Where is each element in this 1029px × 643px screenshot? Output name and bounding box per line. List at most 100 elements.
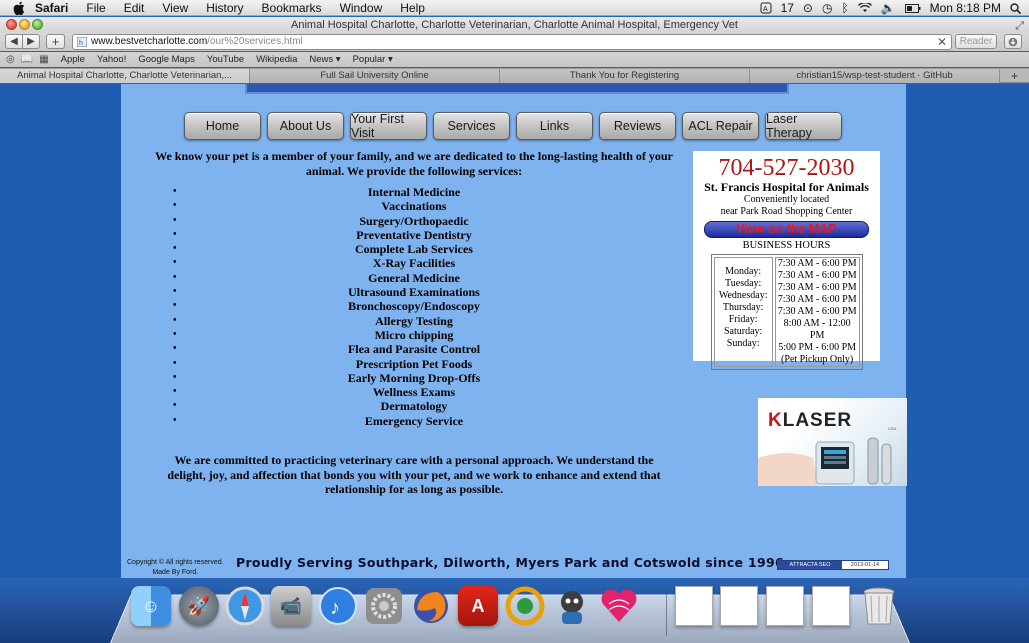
- battery-icon[interactable]: [904, 3, 921, 13]
- firefox-icon[interactable]: [410, 584, 452, 628]
- contact-card: 704-527-2030 St. Francis Hospital for An…: [693, 151, 880, 370]
- tab-github[interactable]: christian15/wsp-test-student · GitHub: [750, 69, 1000, 83]
- menu-bar: Safari File Edit View History Bookmarks …: [0, 0, 1029, 16]
- downloads-icon[interactable]: [1004, 34, 1022, 49]
- apple-menu-icon[interactable]: [13, 1, 27, 15]
- day-label: Friday:: [728, 314, 758, 325]
- tab-animal-hospital[interactable]: Animal Hospital Charlotte, Charlotte Vet…: [0, 69, 250, 83]
- tab-thank-you[interactable]: Thank You for Registering: [500, 69, 750, 83]
- attracta-seo-badge[interactable]: ATTRACTA SEO 2013-01-14: [777, 560, 889, 570]
- spotlight-icon[interactable]: [1010, 2, 1021, 14]
- url-path: /our%20services.html: [207, 36, 303, 47]
- volume-icon[interactable]: 🔈: [881, 1, 896, 15]
- clock-status-icon[interactable]: ⊙: [803, 1, 813, 15]
- time-value: 7:30 AM - 6:00 PM: [777, 294, 857, 305]
- bullet: •: [173, 400, 177, 412]
- facetime-icon[interactable]: 📹: [270, 584, 312, 628]
- menu-file[interactable]: File: [86, 0, 105, 16]
- service-label: Ultrasound Examinations: [348, 285, 480, 300]
- bookmark-wikipedia[interactable]: Wikipedia: [256, 54, 297, 65]
- bullet: •: [173, 371, 177, 383]
- bullet: •: [173, 186, 177, 197]
- system-preferences-icon[interactable]: [363, 584, 405, 628]
- bookmark-google-maps[interactable]: Google Maps: [138, 54, 195, 65]
- reading-list-icon[interactable]: ◎: [6, 54, 15, 65]
- view-map-button[interactable]: View on the MAP: [704, 221, 869, 238]
- window-minimize-button[interactable]: [19, 19, 30, 30]
- day-label: Saturday:: [723, 326, 763, 337]
- bullet: •: [173, 214, 177, 226]
- reader-button[interactable]: Reader: [955, 34, 997, 49]
- lovebrowser-icon[interactable]: [598, 584, 640, 628]
- back-button[interactable]: ◀: [5, 34, 23, 49]
- dreamweaver-icon[interactable]: [504, 584, 546, 628]
- service-label: X-Ray Facilities: [372, 256, 456, 271]
- bookmark-news-folder[interactable]: News ▾: [309, 54, 340, 65]
- menu-bookmarks[interactable]: Bookmarks: [262, 0, 322, 16]
- document-stack-icon[interactable]: [764, 584, 806, 628]
- finder-icon[interactable]: ☺: [130, 584, 172, 628]
- bookmark-popular-folder[interactable]: Popular ▾: [353, 54, 393, 65]
- bookmark-yahoo[interactable]: Yahoo!: [97, 54, 126, 65]
- address-bar[interactable]: h www.bestvetcharlotte.com/our%20service…: [72, 34, 952, 50]
- bullet: •: [173, 314, 177, 326]
- klaser-logo: KLASER: [768, 410, 853, 431]
- wifi-icon[interactable]: [857, 3, 872, 13]
- klaser-ad[interactable]: KLASER USA: [758, 398, 907, 486]
- badge-brand: ATTRACTA SEO: [778, 561, 842, 569]
- menu-app-safari[interactable]: Safari: [35, 0, 68, 16]
- document-stack-icon[interactable]: [718, 584, 760, 628]
- day-label: Monday:: [725, 266, 762, 277]
- services-content: We know your pet is a member of your fam…: [151, 149, 677, 497]
- acrobat-icon[interactable]: A: [457, 584, 499, 628]
- nav-acl-repair[interactable]: ACL Repair: [682, 112, 759, 140]
- fullscreen-icon[interactable]: ⤢: [1015, 18, 1024, 34]
- forward-button[interactable]: ▶: [22, 34, 40, 49]
- menu-history[interactable]: History: [206, 0, 243, 16]
- time-machine-icon[interactable]: ◷: [822, 1, 832, 15]
- stop-loading-icon[interactable]: ✕: [937, 35, 947, 49]
- nav-your-first-visit[interactable]: Your First Visit: [350, 112, 427, 140]
- bookmark-apple[interactable]: Apple: [61, 54, 85, 65]
- bluetooth-icon[interactable]: ᛒ: [841, 1, 848, 15]
- trash-icon[interactable]: [858, 584, 900, 628]
- window-close-button[interactable]: [6, 19, 17, 30]
- battery-count[interactable]: 17: [781, 1, 794, 15]
- tab-bar: Animal Hospital Charlotte, Charlotte Vet…: [0, 68, 1029, 83]
- menu-help[interactable]: Help: [400, 0, 425, 16]
- add-bookmark-button[interactable]: +: [46, 34, 65, 49]
- top-sites-icon[interactable]: ▦: [39, 54, 48, 65]
- nav-services[interactable]: Services: [433, 112, 510, 140]
- menu-edit[interactable]: Edit: [124, 0, 145, 16]
- downloads-stack-icon[interactable]: [810, 584, 852, 628]
- menu-window[interactable]: Window: [340, 0, 383, 16]
- badge-date: 2013-01-14: [850, 562, 880, 568]
- nav-links[interactable]: Links: [516, 112, 593, 140]
- new-tab-button[interactable]: +: [1000, 69, 1029, 83]
- menubar-clock[interactable]: Mon 8:18 PM: [930, 1, 1001, 15]
- launchpad-icon[interactable]: 🚀: [178, 584, 220, 628]
- list-item: • Complete Lab Services: [151, 242, 677, 256]
- window-zoom-button[interactable]: [32, 19, 43, 30]
- nav-home[interactable]: Home: [184, 112, 261, 140]
- bookmark-youtube[interactable]: YouTube: [207, 54, 244, 65]
- service-label: Internal Medicine: [367, 185, 461, 199]
- services-outro: We are committed to practicing veterinar…: [167, 453, 661, 497]
- menu-view[interactable]: View: [162, 0, 188, 16]
- list-item: • Micro chipping: [151, 328, 677, 342]
- nav-laser-therapy[interactable]: Laser Therapy: [765, 112, 842, 140]
- list-item: • Internal Medicine: [151, 185, 677, 199]
- safari-icon[interactable]: [224, 584, 266, 628]
- show-bookmarks-icon[interactable]: 📖: [21, 54, 33, 65]
- document-stack-icon[interactable]: [673, 584, 715, 628]
- nav-reviews[interactable]: Reviews: [599, 112, 676, 140]
- nav-about-us[interactable]: About Us: [267, 112, 344, 140]
- bullet: •: [173, 257, 177, 269]
- github-icon[interactable]: [551, 584, 593, 628]
- service-label: Vaccinations: [381, 199, 447, 214]
- phone-number[interactable]: 704-527-2030: [693, 155, 880, 181]
- tab-full-sail[interactable]: Full Sail University Online: [250, 69, 500, 83]
- adobe-status-icon[interactable]: A: [760, 2, 772, 14]
- itunes-icon[interactable]: ♪: [317, 584, 359, 628]
- service-label: Dermatology: [380, 399, 448, 414]
